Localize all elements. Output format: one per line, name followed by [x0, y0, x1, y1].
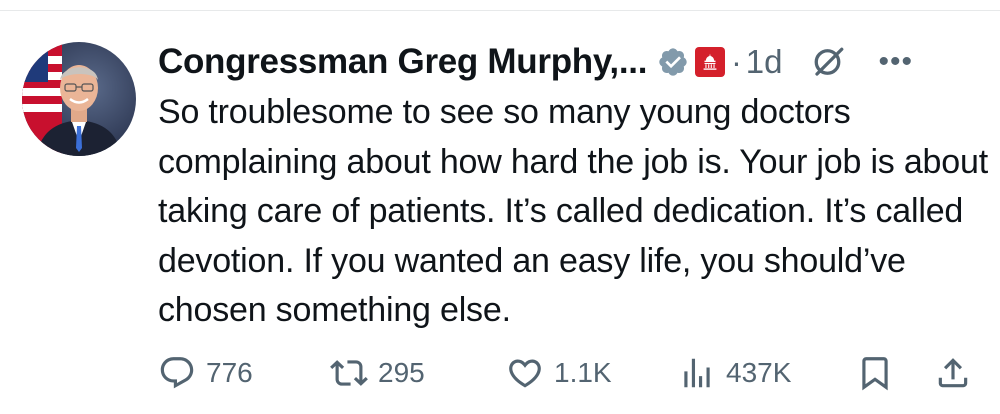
timestamp[interactable]: 1d	[746, 43, 783, 81]
share-icon	[938, 358, 968, 388]
reply-icon	[160, 357, 194, 389]
views-icon	[684, 358, 710, 388]
avatar[interactable]	[22, 42, 136, 156]
repost-count: 295	[378, 357, 425, 388]
more-icon[interactable]: •••	[879, 47, 914, 77]
share-button[interactable]	[934, 354, 972, 392]
grok-icon[interactable]	[811, 44, 847, 80]
reply-button[interactable]: 776	[158, 354, 253, 392]
views-count: 437K	[726, 357, 792, 388]
tweet-text: So troublesome to see so many young doct…	[158, 93, 988, 329]
like-button[interactable]: 1.1K	[506, 354, 612, 392]
bookmark-icon	[862, 357, 888, 391]
verified-badge-icon[interactable]	[657, 46, 689, 78]
repost-icon	[330, 360, 368, 386]
views-button[interactable]: 437K	[678, 354, 791, 392]
heart-icon	[509, 359, 541, 388]
tweet-actions: 776 295 1.1K 437K	[158, 348, 978, 398]
avatar-image	[22, 42, 122, 156]
capitol-affiliation-icon[interactable]	[695, 47, 726, 77]
author-name[interactable]: Congressman Greg Murphy,...	[158, 42, 647, 82]
top-divider	[0, 10, 1000, 11]
separator-dot: ·	[731, 43, 742, 80]
tweet-header: Congressman Greg Murphy,... · 1d •••	[158, 38, 988, 86]
bookmark-button[interactable]	[856, 354, 894, 392]
like-count: 1.1K	[554, 357, 612, 388]
repost-button[interactable]: 295	[330, 354, 425, 392]
reply-count: 776	[206, 357, 253, 388]
